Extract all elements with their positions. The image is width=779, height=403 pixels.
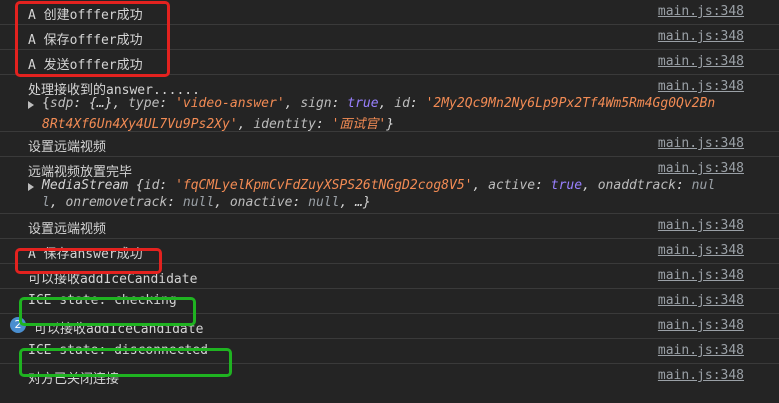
object-key: id <box>394 96 410 111</box>
object-key: type <box>128 96 160 111</box>
source-link[interactable]: main.js:348 <box>658 368 744 383</box>
highlight-offer-box <box>15 1 170 77</box>
log-row: 设置远端视频 main.js:348 <box>0 214 779 239</box>
source-link[interactable]: main.js:348 <box>658 318 744 333</box>
object-value: l <box>42 195 50 210</box>
highlight-disconnected-box <box>19 348 232 377</box>
object-class: MediaStream <box>42 178 129 193</box>
mediastream-object-line2: l, onremovetrack: null, onactive: null, … <box>42 195 371 210</box>
object-key: identity <box>253 117 316 132</box>
object-value: {…} <box>88 96 113 111</box>
object-key: active <box>488 178 536 193</box>
object-value: '面试官' <box>331 117 387 132</box>
object-value: nul <box>691 178 716 193</box>
log-message: 设置远端视频 <box>28 140 107 155</box>
expand-triangle-icon[interactable] <box>28 183 34 191</box>
log-row-mediastream: 远端视频放置完毕 main.js:348 MediaStream {id: 'f… <box>0 157 779 214</box>
answer-object-line2: 8Rt4Xf6Un4Xy4UL7Vu9Ps2Xy', identity: '面试… <box>42 117 395 132</box>
source-link[interactable]: main.js:348 <box>658 161 744 176</box>
expand-triangle-icon[interactable] <box>28 101 34 109</box>
source-link[interactable]: main.js:348 <box>658 343 744 358</box>
object-more: …} <box>355 195 371 210</box>
object-key: onaddtrack <box>597 178 677 193</box>
source-link[interactable]: main.js:348 <box>658 4 744 19</box>
brace: { <box>42 96 50 111</box>
source-link[interactable]: main.js:348 <box>658 243 744 258</box>
object-key: onactive <box>229 195 293 210</box>
object-value: true <box>347 96 379 111</box>
source-link[interactable]: main.js:348 <box>658 54 744 69</box>
object-value: true <box>550 178 583 193</box>
highlight-checking-box <box>19 297 196 326</box>
log-row-answer: 处理接收到的answer...... main.js:348 {sdp: {…}… <box>0 75 779 132</box>
highlight-answer-box <box>15 248 162 274</box>
source-link[interactable]: main.js:348 <box>658 293 744 308</box>
mediastream-object-line1[interactable]: MediaStream {id: 'fqCMLyelKpmCvFdZuyXSPS… <box>42 178 715 193</box>
object-key: sdp <box>49 96 74 111</box>
object-value: 'fqCMLyelKpmCvFdZuyXSPS26tNGgD2cog8V5' <box>175 178 473 193</box>
object-key: sign <box>300 96 332 111</box>
source-link[interactable]: main.js:348 <box>658 218 744 233</box>
object-key: onremovetrack <box>65 195 168 210</box>
source-link[interactable]: main.js:348 <box>658 79 744 94</box>
source-link[interactable]: main.js:348 <box>658 268 744 283</box>
source-link[interactable]: main.js:348 <box>658 136 744 151</box>
object-value: null <box>308 195 340 210</box>
source-link[interactable]: main.js:348 <box>658 29 744 44</box>
object-key: id <box>143 178 160 193</box>
log-row: 设置远端视频 main.js:348 <box>0 132 779 157</box>
devtools-console: A 创建offfer成功 main.js:348 A 保存offfer成功 ma… <box>0 0 779 403</box>
answer-object-line1[interactable]: {sdp: {…}, type: 'video-answer', sign: t… <box>42 96 715 111</box>
object-value: '2My2Qc9Mn2Ny6Lp9Px2Tf4Wm5Rm4Gg0Qv2Bn <box>425 96 716 111</box>
object-value: null <box>182 195 215 210</box>
object-value: 8Rt4Xf6Un4Xy4UL7Vu9Ps2Xy' <box>42 117 238 132</box>
log-message: 设置远端视频 <box>28 222 107 237</box>
object-value: 'video-answer' <box>175 96 285 111</box>
